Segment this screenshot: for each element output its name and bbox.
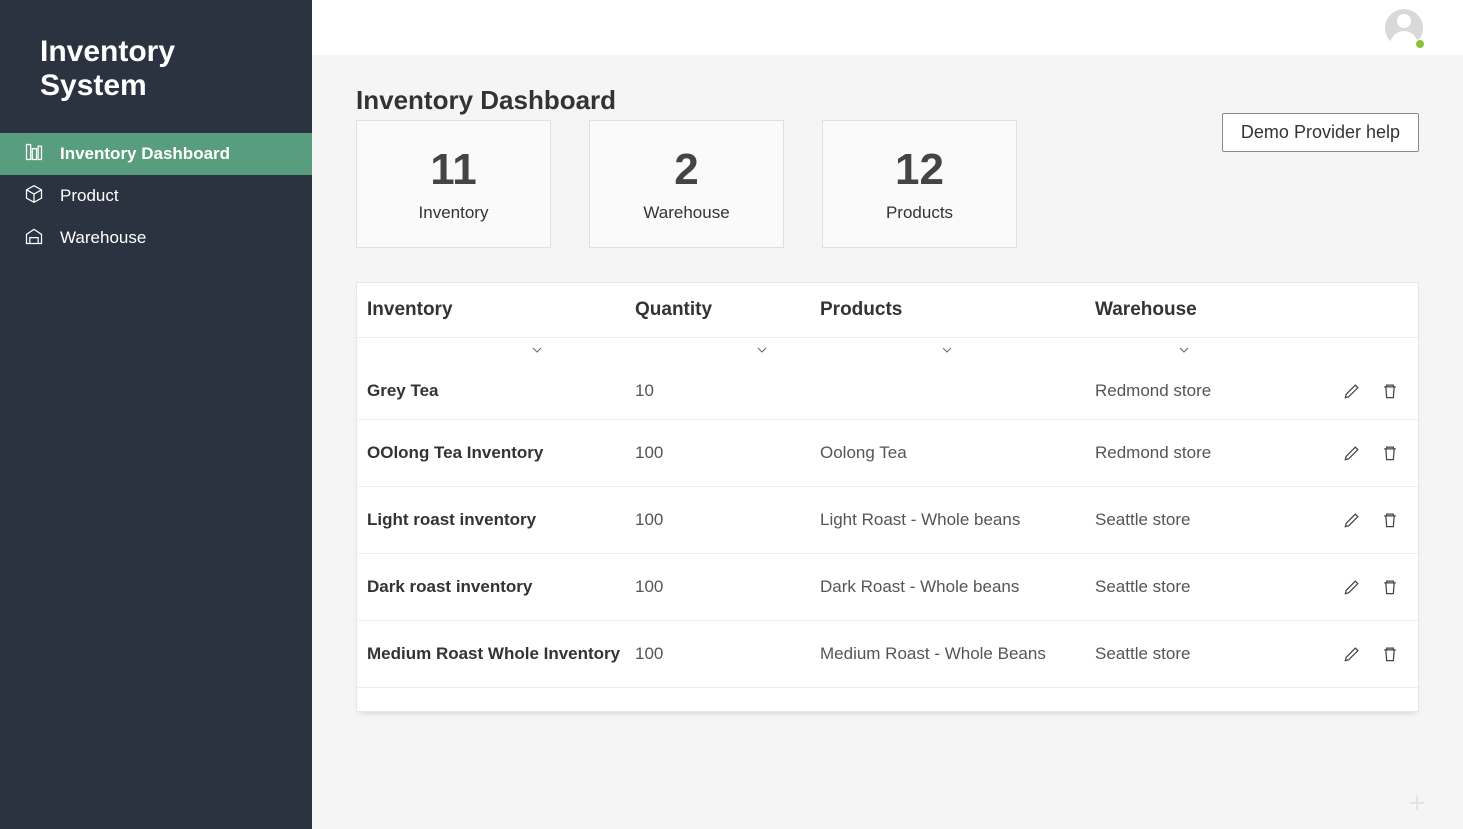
cell-actions (1320, 577, 1408, 597)
delete-button[interactable] (1380, 381, 1400, 401)
edit-button[interactable] (1342, 577, 1362, 597)
table-row[interactable]: Dark roast inventory 100 Dark Roast - Wh… (357, 554, 1418, 621)
cell-inventory: Medium Roast Whole Inventory (367, 644, 635, 664)
chevron-down-icon (939, 342, 955, 361)
cell-product: Medium Roast - Whole Beans (820, 644, 1095, 664)
trash-icon (1380, 448, 1400, 467)
stat-label: Products (886, 203, 953, 223)
sidebar-item-label: Warehouse (60, 228, 146, 248)
cell-warehouse: Seattle store (1095, 644, 1320, 664)
col-header-warehouse[interactable]: Warehouse (1095, 299, 1320, 321)
stat-value: 12 (895, 145, 944, 195)
nav-list: Inventory Dashboard Product Warehouse (0, 133, 312, 259)
trash-icon (1380, 649, 1400, 668)
sidebar-item-product[interactable]: Product (0, 175, 312, 217)
col-header-inventory[interactable]: Inventory (367, 299, 635, 321)
avatar[interactable] (1385, 9, 1423, 47)
cell-actions (1320, 644, 1408, 664)
main: Inventory Dashboard 11 Inventory 2 Wareh… (312, 0, 1463, 829)
table-filter-row (357, 338, 1418, 363)
table-body: Grey Tea 10 Redmond store OOlong Tea Inv… (357, 363, 1418, 711)
cell-warehouse: Seattle store (1095, 510, 1320, 530)
sidebar-item-inventory-dashboard[interactable]: Inventory Dashboard (0, 133, 312, 175)
filter-inventory[interactable] (367, 342, 635, 361)
delete-button[interactable] (1380, 644, 1400, 664)
pencil-icon (1342, 649, 1362, 668)
cell-warehouse: Seattle store (1095, 577, 1320, 597)
stats-row: 11 Inventory 2 Warehouse 12 Products (356, 120, 1017, 248)
table-row[interactable]: French Vanilla Inventory 100 French Vani… (357, 688, 1418, 711)
inventory-table: Inventory Quantity Products Warehouse Gr… (356, 282, 1419, 712)
cell-product: Light Roast - Whole beans (820, 510, 1095, 530)
cell-quantity: 10 (635, 381, 820, 401)
cell-product: Dark Roast - Whole beans (820, 577, 1095, 597)
cell-inventory: Dark roast inventory (367, 577, 635, 597)
table-row[interactable]: Grey Tea 10 Redmond store (357, 363, 1418, 420)
col-header-quantity[interactable]: Quantity (635, 299, 820, 321)
pencil-icon (1342, 582, 1362, 601)
app-title: Inventory System (0, 0, 312, 133)
stat-card-products[interactable]: 12 Products (822, 120, 1017, 248)
filter-warehouse[interactable] (1095, 342, 1320, 361)
page-content: Inventory Dashboard 11 Inventory 2 Wareh… (312, 55, 1463, 829)
stat-label: Inventory (419, 203, 489, 223)
cell-inventory: OOlong Tea Inventory (367, 443, 635, 463)
sidebar-item-warehouse[interactable]: Warehouse (0, 217, 312, 259)
box-icon (24, 184, 44, 209)
edit-button[interactable] (1342, 510, 1362, 530)
trash-icon (1380, 582, 1400, 601)
edit-button[interactable] (1342, 443, 1362, 463)
edit-button[interactable] (1342, 644, 1362, 664)
edit-button[interactable] (1342, 381, 1362, 401)
delete-button[interactable] (1380, 443, 1400, 463)
cell-warehouse: Redmond store (1095, 381, 1320, 401)
trash-icon (1380, 386, 1400, 405)
stat-label: Warehouse (643, 203, 729, 223)
sidebar-item-label: Inventory Dashboard (60, 144, 230, 164)
sidebar-item-label: Product (60, 186, 119, 206)
chevron-down-icon (754, 342, 770, 361)
stat-card-warehouse[interactable]: 2 Warehouse (589, 120, 784, 248)
stat-value: 11 (430, 145, 477, 195)
stat-card-inventory[interactable]: 11 Inventory (356, 120, 551, 248)
table-row[interactable]: Light roast inventory 100 Light Roast - … (357, 487, 1418, 554)
chevron-down-icon (1176, 342, 1192, 361)
stat-value: 2 (674, 145, 698, 195)
page-title: Inventory Dashboard (356, 85, 1017, 116)
cell-quantity: 100 (635, 577, 820, 597)
topbar (312, 0, 1463, 55)
cell-quantity: 100 (635, 510, 820, 530)
table-row[interactable]: Medium Roast Whole Inventory 100 Medium … (357, 621, 1418, 688)
delete-button[interactable] (1380, 577, 1400, 597)
table-header: Inventory Quantity Products Warehouse (357, 283, 1418, 338)
cell-actions (1320, 510, 1408, 530)
cell-warehouse: Redmond store (1095, 443, 1320, 463)
delete-button[interactable] (1380, 510, 1400, 530)
sidebar: Inventory System Inventory Dashboard Pro… (0, 0, 312, 829)
filter-quantity[interactable] (635, 342, 820, 361)
chevron-down-icon (529, 342, 545, 361)
cell-product: Oolong Tea (820, 443, 1095, 463)
table-row[interactable]: OOlong Tea Inventory 100 Oolong Tea Redm… (357, 420, 1418, 487)
filter-products[interactable] (820, 342, 1095, 361)
pencil-icon (1342, 515, 1362, 534)
add-button[interactable] (1401, 789, 1433, 821)
pencil-icon (1342, 448, 1362, 467)
page-header: Inventory Dashboard 11 Inventory 2 Wareh… (356, 85, 1419, 282)
plus-icon (1406, 789, 1428, 821)
cell-inventory: Light roast inventory (367, 510, 635, 530)
demo-provider-help-button[interactable]: Demo Provider help (1222, 113, 1419, 152)
trash-icon (1380, 515, 1400, 534)
cell-inventory: Grey Tea (367, 381, 635, 401)
warehouse-icon (24, 226, 44, 251)
col-header-products[interactable]: Products (820, 299, 1095, 321)
cell-quantity: 100 (635, 443, 820, 463)
cell-actions (1320, 381, 1408, 401)
presence-indicator (1415, 39, 1425, 49)
cell-quantity: 100 (635, 644, 820, 664)
pencil-icon (1342, 386, 1362, 405)
cell-actions (1320, 443, 1408, 463)
dashboard-icon (24, 142, 44, 167)
